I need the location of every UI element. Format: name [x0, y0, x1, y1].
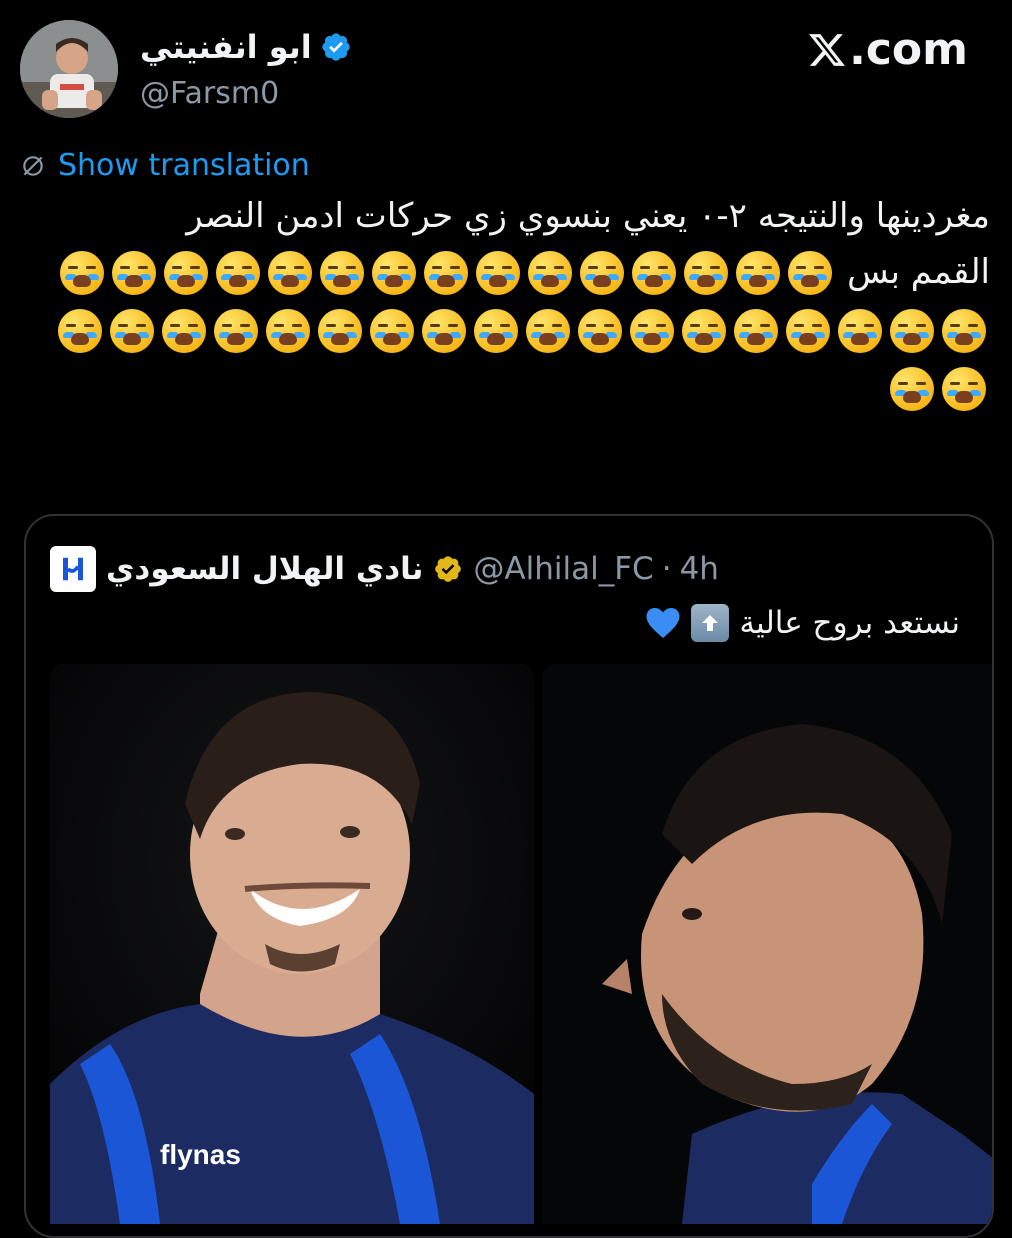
show-translation-link[interactable]: Show translation	[20, 148, 310, 183]
tweet-line-2: القمم بس	[20, 243, 990, 417]
loudly-crying-face-icon	[580, 251, 625, 296]
player-photo-right[interactable]	[542, 664, 992, 1224]
globe-slash-icon	[23, 155, 43, 176]
loudly-crying-face-icon	[60, 251, 105, 296]
gold-verified-badge-icon	[435, 556, 462, 582]
quote-body: نستعد بروح عالية	[645, 604, 960, 642]
loudly-crying-face-icon	[268, 251, 313, 296]
avatar-photo	[20, 20, 118, 118]
loudly-crying-face-icon	[216, 251, 261, 296]
player-photo	[542, 664, 992, 1224]
author-handle[interactable]: @Farsm0	[140, 76, 279, 111]
loudly-crying-face-icon	[372, 251, 417, 296]
player-photo-left[interactable]: flynas	[50, 664, 534, 1224]
up-arrow-emoji-icon	[691, 604, 730, 642]
loudly-crying-face-icon	[734, 309, 778, 354]
loudly-crying-face-icon	[526, 309, 570, 354]
loudly-crying-face-icon	[58, 309, 102, 354]
loudly-crying-face-icon	[112, 251, 157, 296]
loudly-crying-face-icon	[788, 251, 833, 296]
tweet-line-1: مغردينها والنتيجه ٢-٠ يعني بنسوي زي حركا…	[186, 196, 990, 236]
verified-badge-icon	[322, 33, 350, 61]
loudly-crying-face-icon	[422, 309, 466, 354]
quote-body-text: نستعد بروح عالية	[739, 605, 960, 641]
author-name-row[interactable]: ابو انفنيتي	[140, 28, 352, 66]
quoted-tweet-card[interactable]: نادي الهلال السعودي @Alhilal_FC · 4h نست…	[24, 514, 994, 1238]
quote-separator: ·	[661, 551, 672, 587]
quote-display-name: نادي الهلال السعودي	[106, 551, 424, 587]
author-display-name: ابو انفنيتي	[140, 28, 312, 66]
loudly-crying-face-icon	[214, 309, 258, 354]
tweet-body: مغردينها والنتيجه ٢-٠ يعني بنسوي زي حركا…	[20, 190, 990, 417]
loudly-crying-face-icon	[682, 309, 726, 354]
loudly-crying-face-icon	[164, 251, 209, 296]
blue-heart-emoji-icon	[646, 608, 680, 638]
loudly-crying-face-icon	[630, 309, 674, 354]
quote-handle[interactable]: @Alhilal_FC	[473, 551, 653, 587]
loudly-crying-face-icon	[266, 309, 310, 354]
sponsor-text: flynas	[160, 1139, 241, 1170]
author-avatar[interactable]	[20, 20, 118, 118]
show-translation-label: Show translation	[58, 148, 310, 183]
loudly-crying-face-icon	[476, 251, 521, 296]
loudly-crying-face-icon	[578, 309, 622, 354]
loudly-crying-face-icon	[890, 367, 934, 412]
x-domain-label: .com	[849, 24, 968, 75]
player-photo: flynas	[50, 664, 534, 1224]
loudly-crying-face-icon	[474, 309, 518, 354]
loudly-crying-face-icon	[736, 251, 781, 296]
loudly-crying-face-icon	[370, 309, 414, 354]
loudly-crying-face-icon	[162, 309, 206, 354]
loudly-crying-face-icon	[110, 309, 154, 354]
loudly-crying-face-icon	[318, 309, 362, 354]
loudly-crying-face-icon	[424, 251, 469, 296]
quote-header: نادي الهلال السعودي @Alhilal_FC · 4h	[50, 546, 719, 592]
x-logo-icon	[809, 33, 846, 66]
loudly-crying-face-icon	[838, 309, 882, 354]
loudly-crying-face-icon	[942, 367, 986, 412]
loudly-crying-face-icon	[632, 251, 677, 296]
loudly-crying-face-icon	[684, 251, 729, 296]
loudly-crying-face-icon	[942, 309, 986, 354]
loudly-crying-face-icon	[786, 309, 830, 354]
tweet-line-2-text: القمم بس	[847, 251, 990, 292]
al-hilal-logo-icon	[50, 546, 96, 592]
loudly-crying-face-icon	[320, 251, 365, 296]
quote-timestamp[interactable]: 4h	[680, 551, 719, 587]
loudly-crying-face-icon	[890, 309, 934, 354]
x-brand: .com	[807, 24, 968, 75]
loudly-crying-face-icon	[528, 251, 573, 296]
